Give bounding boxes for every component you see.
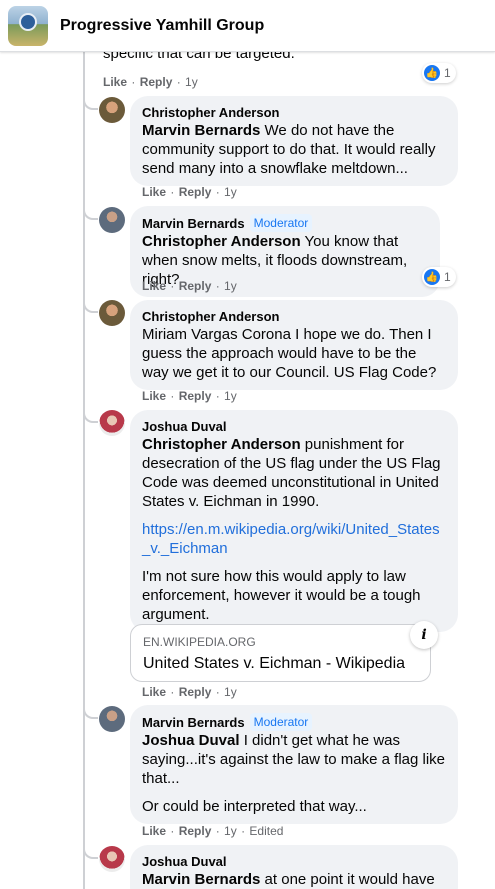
moderator-badge: Moderator — [249, 214, 313, 232]
thumbs-up-icon: 👍 — [424, 269, 440, 285]
comment-bubble: Joshua Duval Marvin Bernards at one poin… — [130, 845, 458, 889]
author-name[interactable]: Joshua Duval — [142, 418, 446, 435]
mention-link[interactable]: Marvin Bernards — [142, 122, 260, 139]
like-button[interactable]: Like — [103, 75, 127, 89]
comment-actions: Like · Reply · 1y — [142, 185, 237, 199]
author-name[interactable]: Christopher Anderson — [142, 308, 446, 325]
comment-text: Christopher Anderson punishment for dese… — [142, 436, 441, 510]
comment-text: Or could be interpreted that way... — [142, 798, 367, 815]
mention-link[interactable]: Marvin Bernards — [142, 871, 260, 888]
preview-domain: EN.WIKIPEDIA.ORG — [143, 635, 256, 649]
avatar[interactable] — [99, 97, 125, 123]
group-avatar[interactable] — [8, 5, 48, 46]
avatar[interactable] — [99, 207, 125, 233]
timestamp[interactable]: 1y — [224, 279, 237, 293]
thread-line — [83, 52, 85, 889]
reply-connector — [83, 299, 98, 313]
comment-text: Joshua Duval I didn't get what he was sa… — [142, 732, 446, 787]
avatar[interactable] — [99, 706, 125, 732]
reply-button[interactable]: Reply — [140, 75, 173, 89]
timestamp[interactable]: 1y — [224, 685, 237, 699]
author-name[interactable]: Marvin Bernards — [142, 215, 245, 232]
reply-button[interactable]: Reply — [179, 279, 212, 293]
reaction-count[interactable]: 👍 1 — [422, 267, 456, 287]
reply-connector — [83, 96, 98, 110]
reply-connector — [83, 845, 98, 859]
globe-icon — [19, 12, 37, 31]
avatar[interactable] — [99, 410, 125, 436]
like-button[interactable]: Like — [142, 824, 166, 838]
comment-text: I'm not sure how this would apply to law… — [142, 568, 421, 623]
comment-actions: Like · Reply · 1y — [103, 75, 198, 89]
timestamp[interactable]: 1y — [224, 185, 237, 199]
moderator-badge: Moderator — [249, 713, 313, 731]
info-icon[interactable]: i — [410, 621, 438, 649]
mention-link[interactable]: Joshua Duval — [142, 732, 240, 749]
comment-text: Marvin Bernards We do not have the commu… — [142, 122, 436, 177]
like-button[interactable]: Like — [142, 389, 166, 403]
comment-text: Marvin Bernards at one point it would ha… — [142, 871, 435, 888]
reply-button[interactable]: Reply — [179, 185, 212, 199]
like-button[interactable]: Like — [142, 685, 166, 699]
reply-connector — [83, 705, 98, 719]
comment-bubble: Christopher Anderson Miriam Vargas Coron… — [130, 300, 458, 390]
reply-connector — [83, 409, 98, 423]
comment-text: Miriam Vargas Corona I hope we do. Then … — [142, 326, 437, 381]
group-title[interactable]: Progressive Yamhill Group — [60, 17, 264, 35]
comment-bubble: Christopher Anderson Marvin Bernards We … — [130, 96, 458, 186]
reaction-count[interactable]: 👍 1 — [422, 63, 456, 83]
comment-bubble: Joshua Duval Christopher Anderson punish… — [130, 410, 458, 632]
comment-actions: Like · Reply · 1y — [142, 389, 237, 403]
timestamp[interactable]: 1y — [224, 824, 237, 838]
like-button[interactable]: Like — [142, 185, 166, 199]
mention-link[interactable]: Christopher Anderson — [142, 233, 301, 250]
timestamp[interactable]: 1y — [224, 389, 237, 403]
mention-link[interactable]: Christopher Anderson — [142, 436, 301, 453]
author-name[interactable]: Marvin Bernards — [142, 714, 245, 731]
group-header: Progressive Yamhill Group — [0, 0, 495, 52]
author-name[interactable]: Christopher Anderson — [142, 104, 446, 121]
comment-actions: Like · Reply · 1y — [142, 279, 237, 293]
reply-button[interactable]: Reply — [179, 685, 212, 699]
link-preview-card[interactable]: EN.WIKIPEDIA.ORG United States v. Eichma… — [130, 621, 438, 682]
reply-connector — [83, 206, 98, 220]
comment-actions: Like · Reply · 1y · Edited — [142, 824, 284, 838]
edited-label: Edited — [249, 824, 284, 838]
comment-actions: Like · Reply · 1y — [142, 685, 237, 699]
reply-button[interactable]: Reply — [179, 824, 212, 838]
author-name[interactable]: Joshua Duval — [142, 853, 446, 870]
timestamp[interactable]: 1y — [185, 75, 198, 89]
reply-button[interactable]: Reply — [179, 389, 212, 403]
comment-bubble: Marvin Bernards Moderator Joshua Duval I … — [130, 705, 458, 824]
url-link[interactable]: https://en.m.wikipedia.org/wiki/United_S… — [142, 520, 446, 558]
avatar[interactable] — [99, 846, 125, 872]
like-button[interactable]: Like — [142, 279, 166, 293]
avatar[interactable] — [99, 300, 125, 326]
thumbs-up-icon: 👍 — [424, 65, 440, 81]
preview-title[interactable]: United States v. Eichman - Wikipedia — [143, 654, 418, 674]
